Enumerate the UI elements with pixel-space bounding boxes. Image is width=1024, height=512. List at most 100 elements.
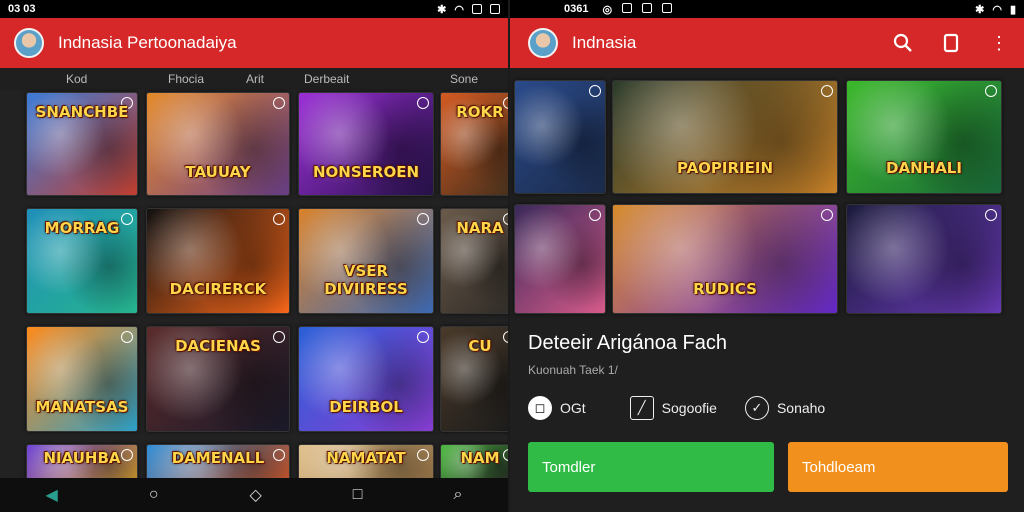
- tab-arit[interactable]: Arit: [246, 72, 264, 86]
- stat-item[interactable]: ✓ Sonaho: [744, 396, 826, 420]
- game-tile[interactable]: SNANCHBE: [26, 92, 138, 196]
- game-title: SNANCHBE: [35, 103, 129, 122]
- more-options-icon[interactable]: ⋮: [988, 32, 1010, 54]
- bluetooth-icon: ✱: [437, 3, 447, 16]
- app-title: Indnasia Pertoonadaiya: [58, 33, 237, 52]
- game-title: NARA: [456, 219, 504, 238]
- game-tile[interactable]: ROKR: [440, 92, 508, 196]
- game-tile[interactable]: [514, 80, 606, 194]
- primary-button[interactable]: Tomdler: [528, 442, 774, 492]
- edit-icon: ╱: [629, 396, 654, 420]
- app-bar: Indnasia Pertoonadaiya: [0, 18, 508, 68]
- game-title: MORRAG: [44, 219, 120, 238]
- favorite-icon[interactable]: [821, 85, 833, 97]
- music-icon: [662, 2, 673, 13]
- status-bar: 03 03 ✱ ◠: [0, 0, 508, 18]
- app-title: Indnasia: [572, 33, 637, 52]
- back-icon[interactable]: ◀: [46, 485, 58, 505]
- favorite-icon[interactable]: [121, 331, 133, 343]
- game-title: DANHALI: [886, 159, 962, 178]
- stat-item[interactable]: ◻ OGt: [528, 396, 586, 420]
- status-time: 03 03: [8, 3, 36, 15]
- avatar[interactable]: [528, 28, 558, 58]
- game-tile[interactable]: DACIENAS: [146, 326, 290, 432]
- detail-subtitle: Kuonuah Taek 1/: [528, 363, 618, 377]
- game-tile[interactable]: MORRAG: [26, 208, 138, 314]
- home-icon[interactable]: ○: [149, 486, 159, 504]
- stat-label: Sonaho: [776, 400, 826, 416]
- game-title: PAOPIRIEIN: [676, 159, 774, 178]
- status-time: 0361: [564, 3, 589, 15]
- favorite-icon[interactable]: [985, 85, 997, 97]
- search-icon[interactable]: [892, 32, 914, 54]
- detail-title: Deteeir Arigánoa Fach: [528, 332, 728, 354]
- bookmark-icon[interactable]: [940, 32, 962, 54]
- game-title: NAMATAT: [326, 448, 406, 467]
- game-title: DACIRERCK: [169, 280, 267, 299]
- game-tile[interactable]: TAUUAY: [146, 92, 290, 196]
- wifi-icon: ◠: [992, 3, 1002, 16]
- game-title: DEIRBOL: [329, 398, 403, 417]
- game-title: TAUUAY: [185, 162, 251, 181]
- tab-fhocia[interactable]: Fhocia: [168, 72, 204, 86]
- tab-derbeait[interactable]: Derbeait: [304, 72, 349, 86]
- alarm-icon: ◎: [602, 3, 613, 16]
- game-title: RUDICS: [693, 279, 757, 298]
- detail-stats: ◻ OGt ╱ Sogoofie ✓ Sonaho: [528, 396, 825, 420]
- favorite-icon[interactable]: [417, 97, 429, 109]
- bluetooth-icon: ✱: [975, 3, 985, 16]
- square-icon[interactable]: □: [353, 486, 363, 504]
- category-tabs: Kod Fhocia Arit Derbeait Sone: [0, 68, 508, 90]
- game-title: ROKR: [456, 103, 504, 122]
- game-tile[interactable]: DEIRBOL: [298, 326, 434, 432]
- favorite-icon[interactable]: [821, 209, 833, 221]
- recent-apps-icon[interactable]: ◇: [249, 485, 261, 505]
- favorite-icon[interactable]: [589, 85, 601, 97]
- game-title: VSER DIVIIRESS: [324, 262, 408, 299]
- battery-icon: ▮: [1009, 3, 1016, 16]
- game-title: NIAUHBA: [43, 448, 121, 467]
- game-grid: SNANCHBE TAUUAY NONSEROEN ROKR MORRAG DACIRER…: [26, 92, 508, 484]
- game-tile[interactable]: RUDICS: [612, 204, 838, 314]
- game-tile[interactable]: NONSEROEN: [298, 92, 434, 196]
- stat-label: OGt: [560, 400, 586, 416]
- avatar[interactable]: [14, 28, 44, 58]
- tab-sone[interactable]: Sone: [450, 72, 478, 86]
- favorite-icon[interactable]: [273, 213, 285, 225]
- game-title: CU: [468, 337, 492, 356]
- game-tile[interactable]: VSER DIVIIRESS: [298, 208, 434, 314]
- tab-kod[interactable]: Kod: [66, 72, 87, 86]
- game-title: NAM: [460, 448, 500, 467]
- search-icon[interactable]: ⌕: [453, 486, 462, 504]
- signal-icon: [472, 4, 482, 14]
- navigation-bar: ◀ ○ ◇ □ ⌕: [0, 478, 508, 512]
- favorite-icon[interactable]: [589, 209, 601, 221]
- game-title: DAMENALL: [171, 448, 265, 467]
- game-tile[interactable]: PAOPIRIEIN: [612, 80, 838, 194]
- favorite-icon[interactable]: [417, 213, 429, 225]
- game-tile[interactable]: DANHALI: [846, 80, 1002, 194]
- game-tile[interactable]: [846, 204, 1002, 314]
- check-icon: ✓: [744, 396, 769, 420]
- favorite-icon[interactable]: [417, 331, 429, 343]
- status-bar: 0361 ◎ ✱ ◠ ▮: [510, 0, 1024, 18]
- right-phone-screen: 0361 ◎ ✱ ◠ ▮ Indnasia ⋮ PAOPIRIEIN DANHAL…: [510, 0, 1024, 512]
- game-tile[interactable]: CU: [440, 326, 508, 432]
- game-tile[interactable]: NARA: [440, 208, 508, 314]
- game-title: DACIENAS: [175, 337, 261, 356]
- game-tile[interactable]: MANATSAS: [26, 326, 138, 432]
- game-tile[interactable]: [514, 204, 606, 314]
- stat-item[interactable]: ╱ Sogoofie: [629, 396, 717, 420]
- featured-grid: PAOPIRIEIN DANHALI RUDICS: [510, 80, 1024, 316]
- game-title: MANATSAS: [35, 398, 129, 417]
- favorite-icon[interactable]: [985, 209, 997, 221]
- app-bar: Indnasia ⋮: [510, 18, 1024, 68]
- game-title: NONSEROEN: [312, 162, 419, 181]
- favorite-icon[interactable]: [273, 97, 285, 109]
- stat-label: Sogoofie: [661, 400, 717, 416]
- wifi-icon: ◠: [454, 3, 464, 16]
- game-tile[interactable]: DACIRERCK: [146, 208, 290, 314]
- secondary-button[interactable]: Tohdloeam: [788, 442, 1008, 492]
- message-icon: [622, 2, 633, 13]
- lock-icon: ◻: [528, 396, 552, 420]
